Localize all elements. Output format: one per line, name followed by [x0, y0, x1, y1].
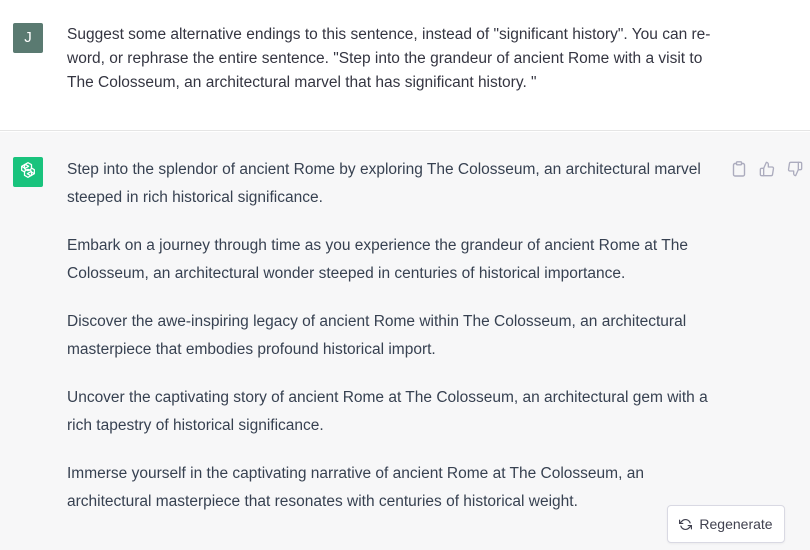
message-actions [730, 160, 804, 178]
regenerate-button[interactable]: Regenerate [667, 505, 785, 543]
regenerate-label: Regenerate [699, 516, 773, 532]
copy-icon[interactable] [730, 160, 748, 178]
assistant-message-body: Step into the splendor of ancient Rome b… [67, 156, 727, 536]
assistant-paragraph: Step into the splendor of ancient Rome b… [67, 161, 701, 206]
refresh-icon [679, 518, 693, 531]
user-message: J Suggest some alternative endings to th… [0, 0, 810, 131]
assistant-message: Step into the splendor of ancient Rome b… [0, 132, 810, 550]
openai-logo-icon [18, 160, 38, 185]
assistant-paragraph: Immerse yourself in the captivating narr… [67, 465, 644, 510]
assistant-paragraph: Uncover the captivating story of ancient… [67, 389, 708, 434]
assistant-paragraph: Discover the awe-inspiring legacy of anc… [67, 313, 687, 358]
user-avatar: J [13, 23, 43, 53]
assistant-paragraph: Embark on a journey through time as you … [67, 237, 688, 282]
thumbs-down-icon[interactable] [786, 160, 804, 178]
assistant-avatar [13, 157, 43, 187]
user-message-text: Suggest some alternative endings to this… [67, 26, 711, 91]
thumbs-up-icon[interactable] [758, 160, 776, 178]
